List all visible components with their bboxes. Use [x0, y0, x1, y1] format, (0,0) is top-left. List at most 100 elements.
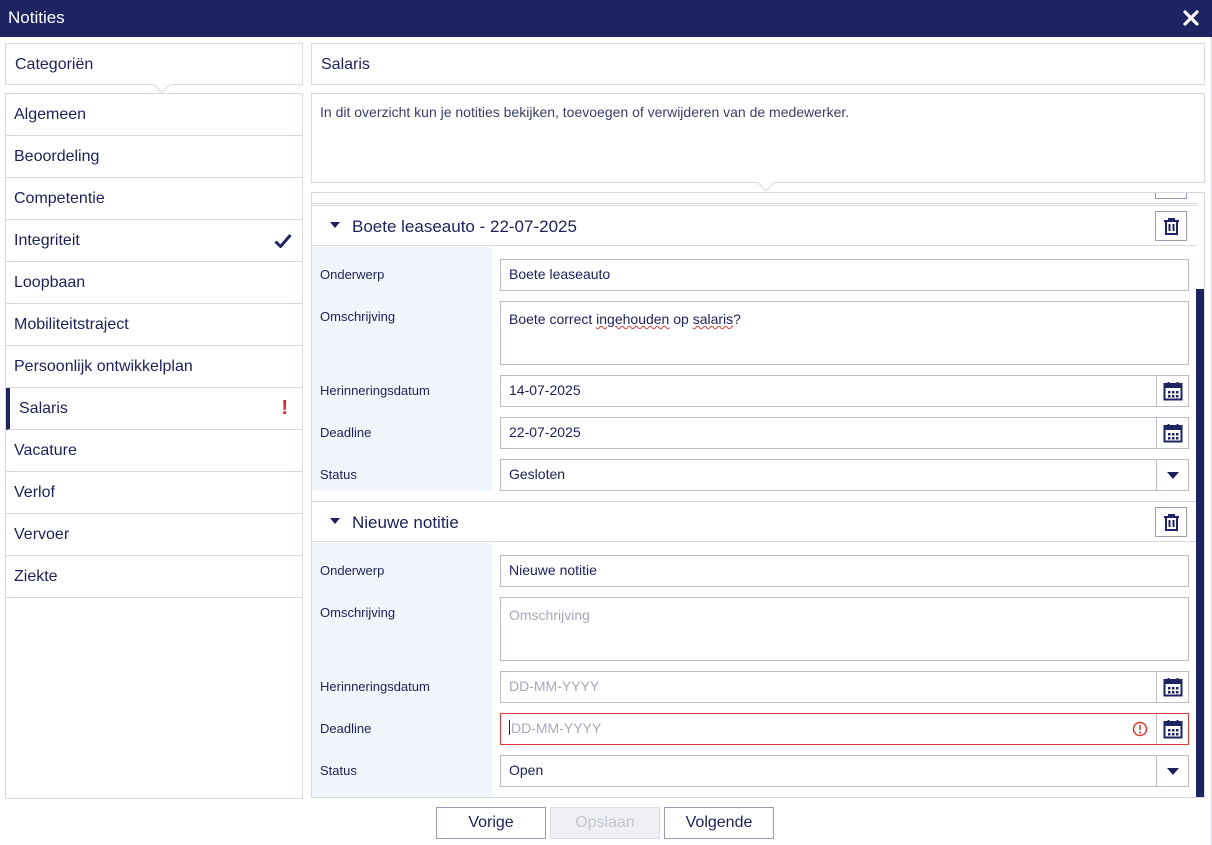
category-item-mobiliteitstraject[interactable]: Mobiliteitstraject	[6, 304, 302, 346]
category-label: Salaris	[19, 400, 68, 417]
category-label: Integriteit	[14, 232, 80, 249]
delete-note-button[interactable]	[1155, 507, 1187, 537]
section-title: Salaris	[321, 56, 370, 73]
category-label: Ziekte	[14, 568, 58, 585]
calendar-button[interactable]	[1156, 714, 1188, 744]
trash-icon[interactable]	[1155, 193, 1187, 199]
dropdown-button[interactable]	[1156, 460, 1188, 490]
deadline-date-placeholder: DD-MM-YYYY	[511, 720, 602, 736]
status-select[interactable]: Open	[500, 755, 1189, 787]
calendar-icon	[1163, 424, 1183, 443]
category-label: Verlof	[14, 484, 55, 501]
dropdown-button[interactable]	[1156, 756, 1188, 786]
category-item-salaris[interactable]: Salaris !	[6, 388, 302, 430]
status-label: Status	[320, 467, 357, 482]
description-textarea[interactable]: Omschrijving	[500, 597, 1189, 661]
description-textarea[interactable]: Boete correct ingehouden op salaris?	[500, 301, 1189, 365]
categories-header-label: Categoriën	[15, 56, 94, 73]
description-text: op	[669, 311, 693, 327]
collapse-caret-icon[interactable]	[330, 222, 340, 228]
calendar-icon	[1163, 678, 1183, 697]
status-select[interactable]: Gesloten	[500, 459, 1189, 491]
scrollbar-thumb[interactable]	[1196, 289, 1204, 797]
deadline-date-input[interactable]: 22-07-2025	[500, 417, 1189, 449]
error-icon	[1132, 721, 1148, 737]
category-item-loopbaan[interactable]: Loopbaan	[6, 262, 302, 304]
category-item-ziekte[interactable]: Ziekte	[6, 556, 302, 598]
dialog-titlebar: Notities	[0, 0, 1212, 37]
status-value: Gesloten	[509, 466, 566, 482]
description-pointer	[757, 174, 775, 192]
description-label: Omschrijving	[320, 309, 396, 324]
calendar-icon	[1163, 382, 1183, 401]
category-item-vacature[interactable]: Vacature	[6, 430, 302, 472]
trash-icon	[1164, 514, 1179, 531]
category-item-persoonlijk-ontwikkelplan[interactable]: Persoonlijk ontwikkelplan	[6, 346, 302, 388]
status-label: Status	[320, 763, 357, 778]
category-label: Persoonlijk ontwikkelplan	[14, 358, 193, 375]
subject-input[interactable]: Nieuwe notitie	[500, 555, 1189, 587]
deadline-date-value: 22-07-2025	[509, 424, 581, 440]
next-button[interactable]: Volgende	[664, 807, 774, 839]
category-label: Beoordeling	[14, 148, 100, 165]
categories-list: Algemeen Beoordeling Competentie Integri…	[5, 93, 303, 799]
chevron-down-icon	[1167, 768, 1179, 775]
reminder-date-value: 14-07-2025	[509, 382, 581, 398]
deadline-label: Deadline	[320, 425, 372, 440]
category-item-verlof[interactable]: Verlof	[6, 472, 302, 514]
category-item-integriteit[interactable]: Integriteit	[6, 220, 302, 262]
dialog-title: Notities	[8, 8, 65, 27]
category-item-algemeen[interactable]: Algemeen	[6, 94, 302, 136]
deadline-label: Deadline	[320, 721, 372, 736]
category-label: Algemeen	[14, 106, 87, 123]
category-label: Loopbaan	[14, 274, 86, 291]
note-body: Onderwerp Boete leaseauto Omschrijving B…	[312, 247, 1197, 491]
categories-header: Categoriën	[5, 43, 303, 94]
description-label: Omschrijving	[320, 605, 396, 620]
note-header-partial	[312, 193, 1197, 204]
category-item-vervoer[interactable]: Vervoer	[6, 514, 302, 556]
description-text: ?	[733, 311, 741, 327]
calendar-button[interactable]	[1156, 418, 1188, 448]
category-label: Vacature	[14, 442, 77, 459]
text-cursor	[509, 720, 510, 735]
note-header: Boete leaseauto - 22-07-2025	[312, 205, 1197, 246]
exclamation-icon: !	[281, 397, 288, 419]
trash-icon	[1164, 218, 1179, 235]
check-icon	[274, 233, 292, 249]
close-icon[interactable]	[1180, 7, 1202, 29]
category-label: Competentie	[14, 190, 105, 207]
reminder-label: Herinneringsdatum	[320, 383, 430, 398]
note-body: Onderwerp Nieuwe notitie Omschrijving Om…	[312, 543, 1197, 797]
deadline-date-input[interactable]: DD-MM-YYYY	[500, 713, 1189, 745]
reminder-label: Herinneringsdatum	[320, 679, 430, 694]
description-text: Boete correct	[509, 311, 597, 327]
delete-note-button[interactable]	[1155, 211, 1187, 241]
subject-label: Onderwerp	[320, 563, 385, 578]
notes-panel: Boete leaseauto - 22-07-2025 Onderwerp B…	[311, 192, 1205, 798]
note-labels-column	[312, 543, 492, 797]
calendar-button[interactable]	[1156, 672, 1188, 702]
subject-label: Onderwerp	[320, 267, 385, 282]
reminder-date-input[interactable]: 14-07-2025	[500, 375, 1189, 407]
note-title: Nieuwe notitie	[352, 513, 459, 532]
category-item-competentie[interactable]: Competentie	[6, 178, 302, 220]
subject-input[interactable]: Boete leaseauto	[500, 259, 1189, 291]
section-title-bar: Salaris	[311, 43, 1205, 85]
collapse-caret-icon[interactable]	[330, 518, 340, 524]
section-description: In dit overzicht kun je notities bekijke…	[320, 104, 850, 120]
description-text: salaris	[692, 311, 734, 327]
previous-button[interactable]: Vorige	[436, 807, 546, 839]
status-value: Open	[509, 762, 544, 778]
calendar-button[interactable]	[1156, 376, 1188, 406]
category-item-beoordeling[interactable]: Beoordeling	[6, 136, 302, 178]
category-label: Mobiliteitstraject	[14, 316, 129, 333]
description-text: ingehouden	[596, 311, 670, 327]
note-header: Nieuwe notitie	[312, 501, 1197, 542]
calendar-icon	[1163, 720, 1183, 739]
save-button[interactable]: Opslaan	[550, 807, 660, 839]
note-title: Boete leaseauto - 22-07-2025	[352, 217, 577, 236]
reminder-date-input[interactable]: DD-MM-YYYY	[500, 671, 1189, 703]
section-description-box: In dit overzicht kun je notities bekijke…	[311, 93, 1205, 192]
chevron-down-icon	[1167, 472, 1179, 479]
